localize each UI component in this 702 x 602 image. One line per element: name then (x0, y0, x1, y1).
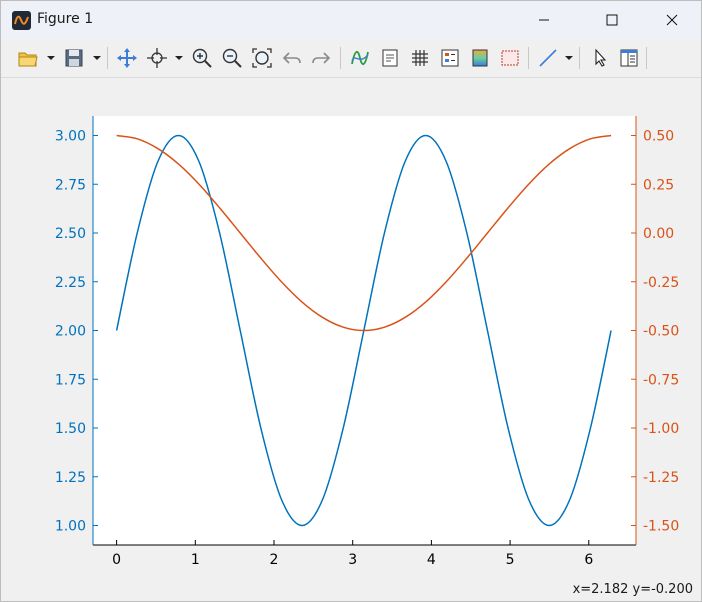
toolbar-separator (340, 47, 341, 69)
select-button[interactable] (587, 45, 613, 71)
zoom-fit-icon (252, 48, 272, 68)
plot-tools-button[interactable] (347, 45, 373, 71)
y-left-tick-label: 1.50 (55, 421, 86, 437)
figure-canvas[interactable]: 0 1 2 3 4 5 6 1.00 1.25 1.50 1.75 2.00 2.25 2.50 2.75 3… (1, 78, 701, 581)
zoom-out-icon (222, 48, 242, 68)
x-tick-label: 2 (270, 552, 279, 568)
y-left-tick-label: 2.75 (55, 177, 86, 193)
axes-properties-button[interactable] (497, 45, 523, 71)
minimize-button[interactable] (521, 1, 566, 39)
colorbar-button[interactable] (377, 45, 403, 71)
toolbar-separator (528, 47, 529, 69)
legend-button[interactable] (437, 45, 463, 71)
grid-button[interactable] (407, 45, 433, 71)
minimize-icon (538, 19, 549, 21)
figure-window: Figure 1 0 1 2 3 4 5 6 1.00 1.25 1.50 1.… (0, 0, 702, 602)
data-cursor-icon (147, 48, 167, 68)
app-icon (12, 11, 31, 30)
x-tick-label: 6 (584, 552, 593, 568)
toolbar (1, 39, 701, 78)
cursor-coordinates: x=2.182 y=-0.200 (572, 582, 693, 597)
line-icon (539, 49, 557, 67)
undo-button[interactable] (279, 45, 305, 71)
y-right-tick-label: -1.25 (643, 470, 679, 486)
zoom-in-icon (192, 48, 212, 68)
y-left-tick-label: 2.25 (55, 275, 86, 291)
y-right-tick-label: 0.00 (643, 226, 674, 242)
x-tick-label: 0 (112, 552, 121, 568)
chevron-down-icon[interactable] (564, 54, 574, 62)
x-tick-label: 5 (506, 552, 515, 568)
save-icon (65, 49, 83, 67)
maximize-icon (606, 14, 617, 26)
y-left-tick-label: 1.75 (55, 372, 86, 388)
toolbar-separator (646, 47, 647, 69)
title-bar[interactable]: Figure 1 (1, 1, 701, 39)
y-right-tick-label: -1.50 (643, 519, 679, 535)
undo-icon (282, 52, 301, 64)
dual-axis-line-chart[interactable]: 0 1 2 3 4 5 6 1.00 1.25 1.50 1.75 2.00 2.25 2.50 2.75 3… (1, 78, 701, 581)
close-icon (666, 14, 677, 26)
window-title: Figure 1 (37, 11, 94, 27)
redo-button[interactable] (308, 45, 334, 71)
y-left-tick-label: 1.00 (55, 519, 86, 535)
property-inspector-button[interactable] (616, 45, 642, 71)
chevron-down-icon[interactable] (92, 54, 102, 62)
y-right-tick-label: -1.00 (643, 421, 679, 437)
zoom-in-button[interactable] (189, 45, 215, 71)
data-cursor-button[interactable] (144, 45, 170, 71)
y-right-tick-label: -0.25 (643, 275, 679, 291)
chevron-down-icon[interactable] (46, 54, 56, 62)
colormap-button[interactable] (467, 45, 493, 71)
open-button[interactable] (15, 45, 41, 71)
y-left-tick-label: 3.00 (55, 129, 86, 145)
property-inspector-icon (620, 49, 638, 67)
open-folder-icon (18, 52, 38, 67)
axes-properties-icon (501, 50, 519, 66)
chevron-down-icon[interactable] (174, 54, 184, 62)
x-tick-label: 1 (191, 552, 200, 568)
y-left-tick-label: 2.50 (55, 226, 86, 242)
save-button[interactable] (61, 45, 87, 71)
maximize-button[interactable] (589, 1, 634, 39)
pan-button[interactable] (114, 45, 140, 71)
legend-icon (441, 49, 459, 67)
y-right-tick-label: -0.50 (643, 324, 679, 340)
insert-line-button[interactable] (535, 45, 561, 71)
plot-tools-icon (351, 51, 369, 65)
zoom-out-button[interactable] (219, 45, 245, 71)
grid-icon (412, 50, 428, 66)
toolbar-separator (579, 47, 580, 69)
y-left-tick-label: 1.25 (55, 470, 86, 486)
y-left-tick-label: 2.00 (55, 324, 86, 340)
y-right-tick-label: 0.50 (643, 129, 674, 145)
toolbar-separator (107, 47, 108, 69)
zoom-fit-button[interactable] (249, 45, 275, 71)
select-pointer-icon (595, 48, 607, 67)
colormap-icon (472, 49, 488, 67)
y-right-tick-label: -0.75 (643, 372, 679, 388)
y-right-tick-label: 0.25 (643, 177, 674, 193)
x-tick-label: 4 (427, 552, 436, 568)
colorbar-icon (382, 49, 398, 67)
status-bar: x=2.182 y=-0.200 (1, 581, 701, 601)
close-button[interactable] (649, 1, 694, 39)
pan-icon (117, 48, 137, 68)
redo-icon (312, 52, 331, 64)
x-tick-label: 3 (348, 552, 357, 568)
